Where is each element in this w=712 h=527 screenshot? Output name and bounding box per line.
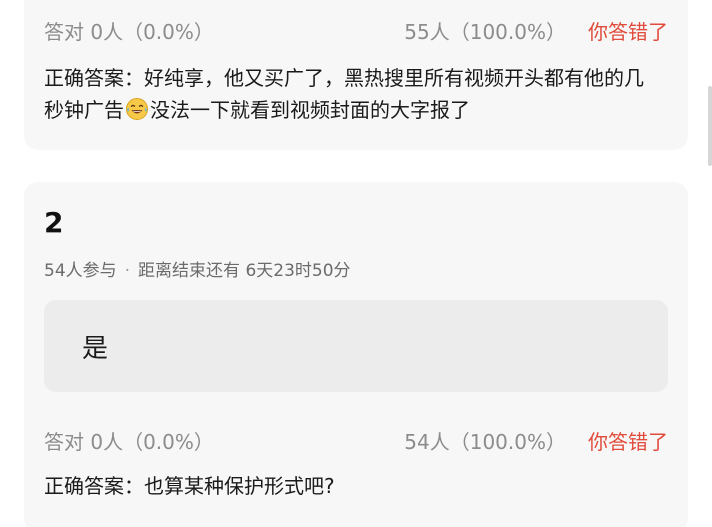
separator-dot: ·	[124, 261, 131, 281]
answer-option[interactable]: 是	[44, 300, 668, 392]
correct-count: 答对 0人（0.0%）	[44, 430, 214, 454]
answer-count: 54人（100.0%）	[404, 430, 566, 454]
quiz-results-page: 答对 0人（0.0%） 55人（100.0%） 你答错了 正确答案：好纯享，他又买…	[0, 0, 712, 527]
answer-stats-row: 答对 0人（0.0%） 55人（100.0%） 你答错了	[44, 16, 668, 48]
correct-answer-part2: 没法一下就看到视频封面的大字报了	[150, 98, 470, 122]
question-number: 2	[44, 206, 64, 239]
answer-count: 55人（100.0%）	[404, 20, 566, 44]
deadline-countdown: 距离结束还有 6天23时50分	[138, 261, 351, 281]
correct-answer-text: 正确答案：好纯享，他又买广了，黑热搜里所有视频开头都有他的几秒钟广告 没法一下就…	[44, 62, 658, 126]
laughing-tears-emoji-icon	[126, 98, 148, 120]
vote-summary: 55人（100.0%） 你答错了	[404, 16, 668, 45]
vote-summary: 54人（100.0%） 你答错了	[404, 426, 668, 455]
wrong-answer-status: 你答错了	[588, 430, 668, 454]
question-card-2: 2 54人参与 · 距离结束还有 6天23时50分 是 答对 0人（0.0%） 54…	[24, 182, 688, 527]
correct-answer-text: 正确答案：也算某种保护形式吧?	[44, 474, 335, 498]
question-meta: 54人参与 · 距离结束还有 6天23时50分	[44, 256, 351, 281]
answer-stats-row: 答对 0人（0.0%） 54人（100.0%） 你答错了	[44, 426, 668, 458]
scrollbar[interactable]	[708, 86, 712, 166]
correct-count: 答对 0人（0.0%）	[44, 20, 214, 44]
participant-count: 54人参与	[44, 261, 117, 281]
answer-option-label: 是	[82, 334, 109, 364]
wrong-answer-status: 你答错了	[588, 20, 668, 44]
question-card-1: 答对 0人（0.0%） 55人（100.0%） 你答错了 正确答案：好纯享，他又买…	[24, 0, 688, 150]
